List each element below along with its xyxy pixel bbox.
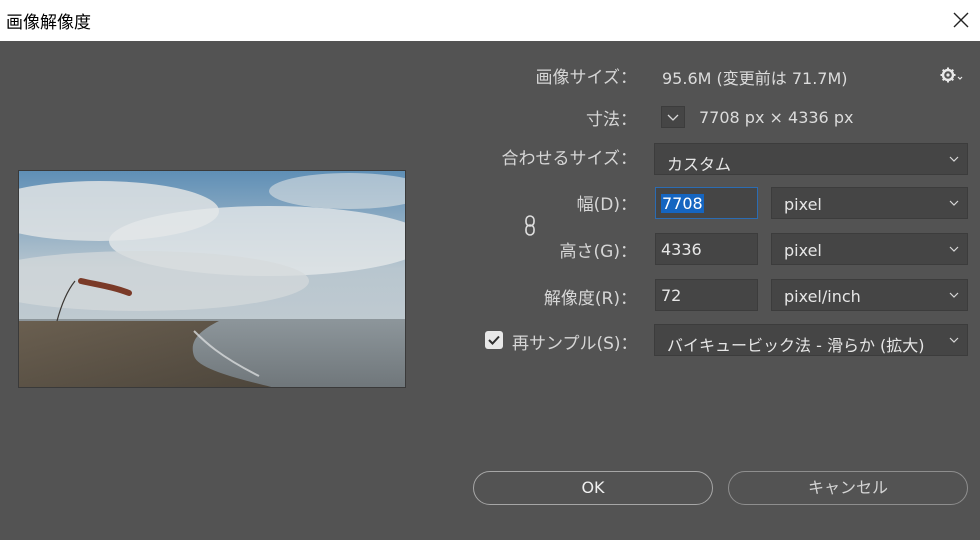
chevron-down-icon	[949, 156, 959, 162]
fit-to-select[interactable]: カスタム	[654, 143, 968, 175]
image-preview[interactable]	[18, 170, 406, 388]
fit-to-label: 合わせるサイズ：	[501, 149, 638, 169]
chevron-down-icon	[949, 246, 959, 252]
constrain-proportions-button[interactable]	[522, 214, 538, 238]
chevron-down-icon	[949, 337, 959, 343]
close-button[interactable]	[942, 2, 980, 38]
dimensions-unit-toggle[interactable]	[661, 106, 685, 128]
resolution-unit-value: pixel/inch	[784, 287, 861, 306]
width-value: 7708	[661, 194, 704, 213]
width-label: 幅(D)：	[576, 195, 637, 215]
cancel-button[interactable]: キャンセル	[728, 471, 968, 505]
height-unit-select[interactable]: pixel	[771, 233, 968, 265]
width-unit-select[interactable]: pixel	[771, 187, 968, 219]
resolution-value: 72	[661, 286, 682, 305]
resample-method-value: バイキュービック法 - 滑らか (拡大)	[667, 336, 925, 355]
image-size-value: 95.6M (変更前は 71.7M)	[662, 69, 848, 88]
close-icon	[953, 12, 969, 28]
window-title: 画像解像度	[6, 13, 91, 33]
resample-label: 再サンプル(S)：	[512, 334, 638, 354]
resolution-input[interactable]: 72	[655, 279, 758, 311]
width-input[interactable]: 7708	[655, 187, 758, 219]
height-unit-value: pixel	[784, 241, 822, 260]
gear-icon	[940, 67, 963, 83]
height-value: 4336	[661, 240, 702, 259]
checkmark-icon	[488, 335, 500, 345]
dimensions-value: 7708 px × 4336 px	[699, 108, 854, 127]
fit-to-value: カスタム	[667, 155, 732, 174]
chevron-down-icon	[949, 292, 959, 298]
ok-button[interactable]: OK	[473, 471, 713, 505]
resolution-label: 解像度(R)：	[543, 289, 637, 309]
resample-checkbox[interactable]	[485, 331, 503, 349]
title-bar: 画像解像度	[0, 0, 980, 41]
height-input[interactable]: 4336	[655, 233, 758, 265]
dialog-body: 画像サイズ： 95.6M (変更前は 71.7M) 寸法： 7708 px × …	[0, 41, 980, 540]
image-size-label: 画像サイズ：	[535, 68, 638, 88]
chevron-down-icon	[667, 114, 679, 121]
settings-button[interactable]	[938, 65, 968, 85]
resolution-unit-select[interactable]: pixel/inch	[771, 279, 968, 311]
chain-link-icon	[525, 215, 535, 236]
dimensions-label: 寸法：	[586, 110, 637, 130]
resample-method-select[interactable]: バイキュービック法 - 滑らか (拡大)	[654, 324, 968, 356]
width-unit-value: pixel	[784, 195, 822, 214]
chevron-down-icon	[949, 200, 959, 206]
height-label: 高さ(G)：	[559, 242, 637, 262]
